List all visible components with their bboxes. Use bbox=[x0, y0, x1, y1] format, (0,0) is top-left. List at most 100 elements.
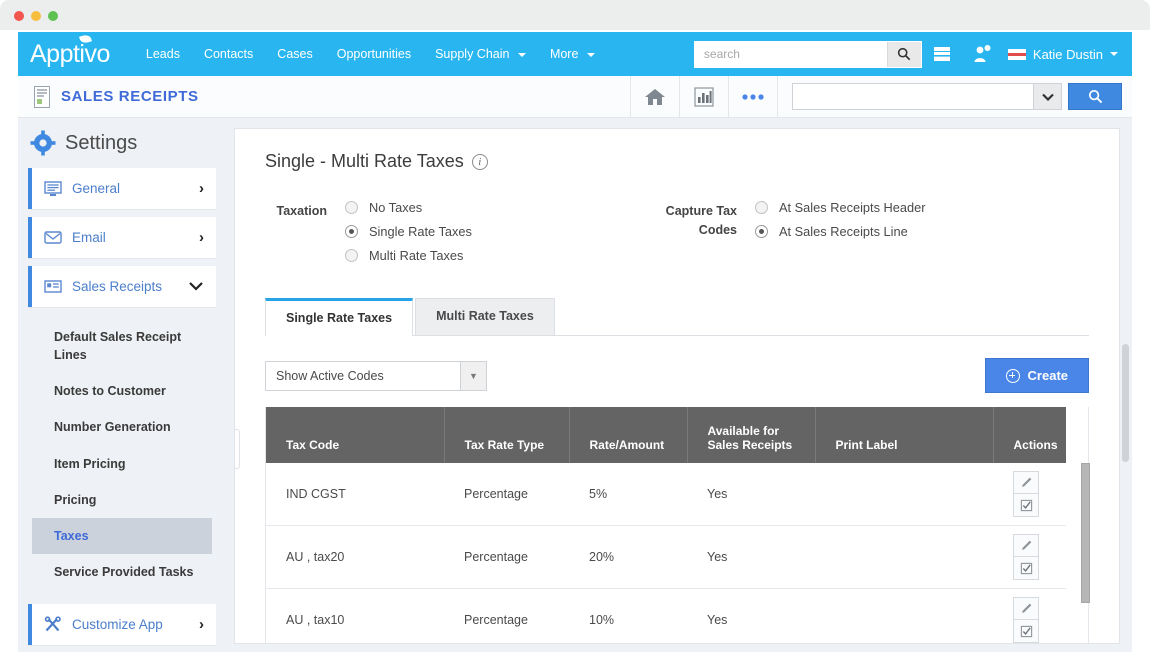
window-controls bbox=[14, 11, 58, 21]
module-search-button[interactable] bbox=[1068, 83, 1122, 110]
taxation-options: No Taxes Single Rate Taxes Multi Rate Ta… bbox=[345, 200, 472, 272]
cell-tax-rate-type: Percentage bbox=[444, 526, 569, 589]
column-rate-amount[interactable]: Rate/Amount bbox=[569, 407, 687, 463]
table-body: IND CGST Percentage 5% Yes bbox=[266, 463, 1066, 644]
sidebar-subitem-item-pricing[interactable]: Item Pricing bbox=[32, 446, 212, 482]
capture-label-line1: Capture Tax bbox=[665, 202, 737, 221]
sidebar-collapse-handle[interactable]: ‹ bbox=[234, 429, 240, 469]
sidebar-item-label: Sales Receipts bbox=[72, 279, 162, 294]
chevron-right-icon: › bbox=[199, 229, 204, 246]
nav-link-cases[interactable]: Cases bbox=[265, 41, 324, 67]
sidebar-item-email[interactable]: Email › bbox=[28, 217, 216, 259]
radio-icon[interactable] bbox=[755, 201, 768, 214]
column-print-label[interactable]: Print Label bbox=[815, 407, 993, 463]
module-search-dropdown-button[interactable] bbox=[1033, 84, 1061, 109]
cell-tax-code: IND CGST bbox=[266, 463, 444, 526]
radio-icon[interactable] bbox=[345, 249, 358, 262]
info-icon[interactable]: i bbox=[472, 154, 488, 170]
panel-vertical-scrollbar[interactable] bbox=[1122, 344, 1129, 462]
column-tax-code[interactable]: Tax Code bbox=[266, 407, 444, 463]
nav-link-opportunities[interactable]: Opportunities bbox=[325, 41, 423, 67]
sidebar-subitem-notes-to-customer[interactable]: Notes to Customer bbox=[32, 373, 212, 409]
minimize-window-button[interactable] bbox=[31, 11, 41, 21]
tab-single-rate-taxes[interactable]: Single Rate Taxes bbox=[265, 298, 413, 336]
content-title: Single - Multi Rate Taxes i bbox=[265, 151, 1089, 172]
user-name: Katie Dustin bbox=[1033, 47, 1103, 62]
nav-label: More bbox=[550, 47, 578, 61]
cell-rate-amount: 20% bbox=[569, 526, 687, 589]
cell-actions bbox=[993, 589, 1066, 645]
table-vertical-scrollbar[interactable] bbox=[1081, 463, 1090, 603]
cell-tax-code: AU , tax20 bbox=[266, 526, 444, 589]
checkbox-check-icon bbox=[1020, 562, 1033, 575]
more-options-button[interactable] bbox=[729, 76, 777, 118]
nav-link-leads[interactable]: Leads bbox=[134, 41, 192, 67]
radio-option-single-rate-taxes[interactable]: Single Rate Taxes bbox=[345, 224, 472, 239]
capture-tax-codes-options: At Sales Receipts Header At Sales Receip… bbox=[755, 200, 926, 272]
close-window-button[interactable] bbox=[14, 11, 24, 21]
sidebar-item-customize-app[interactable]: Customize App › bbox=[28, 604, 216, 646]
home-icon bbox=[643, 86, 667, 108]
code-filter-select[interactable]: Show Active Codes ▼ bbox=[265, 361, 487, 391]
user-badge-button[interactable] bbox=[962, 32, 1002, 76]
edit-button[interactable] bbox=[1013, 471, 1039, 494]
home-button[interactable] bbox=[631, 76, 679, 118]
select-button[interactable] bbox=[1013, 620, 1039, 643]
sidebar-item-label: Customize App bbox=[72, 617, 163, 632]
radio-label: Multi Rate Taxes bbox=[369, 248, 463, 263]
nav-link-more[interactable]: More bbox=[538, 41, 607, 67]
sidebar-subitem-service-provided-tasks[interactable]: Service Provided Tasks bbox=[32, 554, 212, 590]
app-logo[interactable]: Apptivo bbox=[30, 42, 110, 67]
top-navigation-bar: Apptivo Leads Contacts Cases Opportuniti… bbox=[18, 32, 1132, 76]
global-search-button[interactable] bbox=[887, 42, 921, 67]
radio-option-multi-rate-taxes[interactable]: Multi Rate Taxes bbox=[345, 248, 472, 263]
cell-print-label bbox=[815, 526, 993, 589]
nav-link-contacts[interactable]: Contacts bbox=[192, 41, 265, 67]
gear-icon bbox=[30, 130, 56, 156]
cell-rate-amount: 10% bbox=[569, 589, 687, 645]
nav-link-supply-chain[interactable]: Supply Chain bbox=[423, 41, 538, 67]
cell-print-label bbox=[815, 589, 993, 645]
chevron-right-icon: › bbox=[199, 180, 204, 197]
cell-available: Yes bbox=[687, 463, 815, 526]
reports-button[interactable] bbox=[680, 76, 728, 118]
tab-multi-rate-taxes[interactable]: Multi Rate Taxes bbox=[415, 298, 555, 335]
radio-option-at-sales-receipts-line[interactable]: At Sales Receipts Line bbox=[755, 224, 926, 239]
edit-button[interactable] bbox=[1013, 597, 1039, 620]
edit-button[interactable] bbox=[1013, 534, 1039, 557]
search-icon bbox=[1088, 89, 1103, 104]
radio-icon[interactable] bbox=[345, 201, 358, 214]
column-tax-rate-type[interactable]: Tax Rate Type bbox=[444, 407, 569, 463]
radio-option-at-sales-receipts-header[interactable]: At Sales Receipts Header bbox=[755, 200, 926, 215]
sidebar-item-general[interactable]: General › bbox=[28, 168, 216, 210]
cell-rate-amount: 5% bbox=[569, 463, 687, 526]
module-search-input[interactable] bbox=[793, 84, 1033, 109]
radio-icon-selected[interactable] bbox=[755, 225, 768, 238]
global-search-input[interactable] bbox=[695, 42, 887, 67]
column-available-for-sales-receipts[interactable]: Available for Sales Receipts bbox=[687, 407, 815, 463]
create-button[interactable]: Create bbox=[985, 358, 1089, 393]
content-title-text: Single - Multi Rate Taxes bbox=[265, 151, 464, 172]
sidebar-subitem-pricing[interactable]: Pricing bbox=[32, 482, 212, 518]
store-button[interactable] bbox=[922, 32, 962, 76]
capture-label-line2: Codes bbox=[665, 221, 737, 240]
sidebar-heading: Settings bbox=[18, 130, 220, 168]
table-row[interactable]: AU , tax20 Percentage 20% Yes bbox=[266, 526, 1066, 589]
table-row[interactable]: AU , tax10 Percentage 10% Yes bbox=[266, 589, 1066, 645]
user-menu[interactable]: Katie Dustin bbox=[1002, 47, 1118, 62]
cell-tax-rate-type: Percentage bbox=[444, 589, 569, 645]
radio-option-no-taxes[interactable]: No Taxes bbox=[345, 200, 472, 215]
table-row[interactable]: IND CGST Percentage 5% Yes bbox=[266, 463, 1066, 526]
module-search-select[interactable] bbox=[792, 83, 1062, 110]
module-bar: SALES RECEIPTS bbox=[18, 76, 1132, 118]
row-action-buttons bbox=[1013, 471, 1039, 517]
select-button[interactable] bbox=[1013, 494, 1039, 517]
code-filter-dropdown-button[interactable]: ▼ bbox=[460, 362, 486, 390]
maximize-window-button[interactable] bbox=[48, 11, 58, 21]
sidebar-subitem-default-sales-receipt-lines[interactable]: Default Sales Receipt Lines bbox=[32, 319, 212, 373]
sidebar-subitem-taxes[interactable]: Taxes bbox=[32, 518, 212, 554]
radio-icon-selected[interactable] bbox=[345, 225, 358, 238]
select-button[interactable] bbox=[1013, 557, 1039, 580]
sidebar-subitem-number-generation[interactable]: Number Generation bbox=[32, 409, 212, 445]
sidebar-item-sales-receipts[interactable]: Sales Receipts bbox=[28, 266, 216, 308]
